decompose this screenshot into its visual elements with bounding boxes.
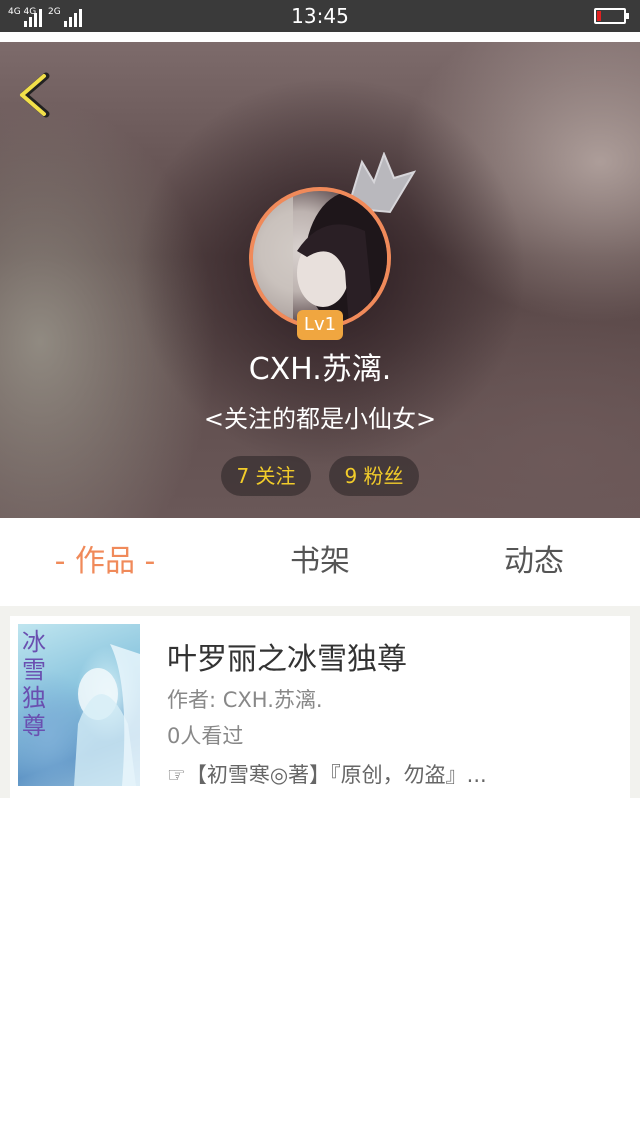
section-divider (0, 606, 640, 616)
chevron-left-icon[interactable] (18, 72, 52, 118)
status-bar: 4G 4G 2G 13:45 (0, 0, 640, 32)
user-bio: <关注的都是小仙女> (203, 405, 437, 433)
profile-header: Lv1 CXH.苏漓. <关注的都是小仙女> 7 关注 9 粉丝 (0, 42, 640, 518)
list-margin-right (630, 616, 640, 798)
battery-level (597, 11, 601, 21)
username: CXH.苏漓. (248, 352, 392, 387)
avatar[interactable] (249, 187, 391, 329)
tab-feed[interactable]: 动态 (484, 542, 584, 582)
book-view-count: 0人看过 (167, 724, 244, 748)
fans-count-button[interactable]: 9 粉丝 (329, 456, 419, 496)
profile-tabs: - 作品 - 书架 动态 (0, 518, 640, 606)
avatar-photo (253, 191, 387, 325)
level-badge: Lv1 (297, 310, 343, 340)
book-author: 作者: CXH.苏漓. (167, 688, 323, 712)
book-description: ☞【初雪寒◎著】『原创，勿盗』... (167, 763, 487, 787)
tab-bookshelf[interactable]: 书架 (270, 542, 370, 582)
list-margin-left (0, 616, 10, 798)
book-cover[interactable]: 冰雪独尊 (18, 624, 140, 786)
book-title[interactable]: 叶罗丽之冰雪独尊 (167, 640, 407, 680)
cover-artwork (74, 644, 140, 786)
avatar-image (249, 187, 391, 329)
following-count-button[interactable]: 7 关注 (221, 456, 311, 496)
tab-works[interactable]: - 作品 - (40, 542, 170, 582)
battery-low-icon (594, 8, 629, 24)
clock: 13:45 (291, 4, 349, 28)
